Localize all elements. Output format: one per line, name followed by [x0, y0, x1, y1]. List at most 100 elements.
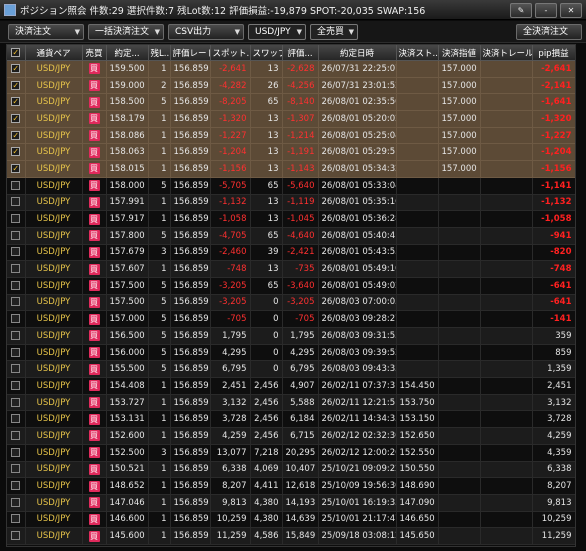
- column-header[interactable]: 評価...: [282, 45, 319, 61]
- cell-pair: USD/JPY: [25, 210, 83, 228]
- table-row[interactable]: USD/JPY 買 146.600 1 156.859 10,259 4,380 14,639…: [7, 511, 575, 529]
- column-header[interactable]: 通貨ペア: [25, 45, 83, 61]
- cell-trail: [480, 427, 533, 445]
- table-row[interactable]: ✓ USD/JPY 買 159.500 1 156.859 -2,641 13 -2,628 26…: [7, 60, 575, 78]
- row-checkbox[interactable]: [7, 360, 26, 379]
- row-checkbox[interactable]: ✓: [7, 160, 26, 178]
- row-checkbox[interactable]: [7, 194, 26, 212]
- table-row[interactable]: USD/JPY 買 152.500 3 156.859 13,077 7,218 20,295…: [7, 444, 575, 462]
- row-checkbox[interactable]: ✓: [7, 93, 26, 112]
- table-row[interactable]: USD/JPY 買 157.679 3 156.859 -2,460 39 -2,421 26/…: [7, 244, 575, 262]
- select-all-checkbox[interactable]: ✓: [7, 45, 26, 61]
- csv-export-button[interactable]: CSV出力 ▼: [168, 24, 244, 40]
- side-filter-select[interactable]: 全売買 ▼: [310, 24, 358, 40]
- cell-swap: 13: [250, 160, 283, 178]
- cell-lot: 1: [148, 477, 171, 495]
- row-checkbox[interactable]: [7, 377, 26, 395]
- row-checkbox[interactable]: [7, 327, 26, 345]
- title-bar: ポジション照会 件数:29 選択件数:7 残Lot数:12 評価損益:-19,8…: [0, 0, 586, 20]
- table-row[interactable]: USD/JPY 買 157.800 5 156.859 -4,705 65 -4,640 26/…: [7, 227, 575, 245]
- table-row[interactable]: USD/JPY 買 157.991 1 156.859 -1,132 13 -1,119 26/…: [7, 194, 575, 212]
- bulk-settle-button[interactable]: 一括決済注文 ▼: [88, 24, 164, 40]
- column-header[interactable]: スポット...: [210, 45, 251, 61]
- row-checkbox[interactable]: [7, 177, 26, 195]
- row-checkbox[interactable]: ✓: [7, 127, 26, 145]
- cell-eval: 20,295: [282, 444, 319, 462]
- cell-rate: 156.859: [170, 143, 211, 162]
- table-row[interactable]: ✓ USD/JPY 買 158.015 1 156.859 -1,156 13 -1,143 26…: [7, 160, 575, 178]
- cell-pair: USD/JPY: [25, 377, 83, 395]
- row-checkbox[interactable]: [7, 310, 26, 328]
- row-checkbox[interactable]: [7, 477, 26, 495]
- row-checkbox[interactable]: ✓: [7, 110, 26, 128]
- table-row[interactable]: USD/JPY 買 157.917 1 156.859 -1,058 13 -1,045 26/…: [7, 210, 575, 228]
- cell-price: 154.408: [106, 377, 149, 395]
- row-checkbox[interactable]: [7, 511, 26, 529]
- column-header[interactable]: 約定...: [106, 45, 149, 61]
- table-row[interactable]: USD/JPY 買 157.500 5 156.859 -3,205 0 -3,205 26/0…: [7, 294, 575, 312]
- table-row[interactable]: USD/JPY 買 157.500 5 156.859 -3,205 65 -3,640 26/…: [7, 277, 575, 295]
- table-row[interactable]: ✓ USD/JPY 買 158.063 1 156.859 -1,204 13 -1,191 26…: [7, 143, 575, 162]
- table-row[interactable]: USD/JPY 買 148.652 1 156.859 8,207 4,411 12,618 2…: [7, 477, 575, 495]
- row-checkbox[interactable]: [7, 294, 26, 312]
- settle-order-button[interactable]: 決済注文 ▼: [8, 24, 84, 40]
- row-checkbox[interactable]: [7, 394, 26, 412]
- table-row[interactable]: USD/JPY 買 157.607 1 156.859 -748 13 -735 26/08/0…: [7, 260, 575, 278]
- all-settle-button[interactable]: 全決済注文: [516, 24, 582, 40]
- row-checkbox[interactable]: [7, 277, 26, 295]
- table-row[interactable]: USD/JPY 買 154.408 1 156.859 2,451 2,456 4,907 26…: [7, 377, 575, 395]
- row-checkbox[interactable]: ✓: [7, 77, 26, 95]
- column-header[interactable]: 決済指値: [438, 45, 481, 61]
- cell-pip: 4,359: [532, 444, 575, 462]
- column-header[interactable]: 売買: [82, 45, 107, 61]
- table-row[interactable]: USD/JPY 買 150.521 1 156.859 6,338 4,069 10,407 2…: [7, 461, 575, 479]
- table-row[interactable]: USD/JPY 買 153.131 1 156.859 3,728 2,456 6,184 26…: [7, 410, 575, 429]
- table-row[interactable]: ✓ USD/JPY 買 158.179 1 156.859 -1,320 13 -1,307 26…: [7, 110, 575, 128]
- table-row[interactable]: USD/JPY 買 158.000 5 156.859 -5,705 65 -5,640 26/…: [7, 177, 575, 195]
- row-checkbox[interactable]: ✓: [7, 60, 26, 78]
- row-checkbox[interactable]: [7, 260, 26, 278]
- table-row[interactable]: ✓ USD/JPY 買 158.086 1 156.859 -1,227 13 -1,214 26…: [7, 127, 575, 145]
- table-row[interactable]: USD/JPY 買 156.000 5 156.859 4,295 0 4,295 26/08/…: [7, 344, 575, 362]
- cell-price: 152.500: [106, 444, 149, 462]
- row-checkbox[interactable]: [7, 427, 26, 445]
- row-checkbox[interactable]: ✓: [7, 143, 26, 162]
- table-row[interactable]: USD/JPY 買 153.727 1 156.859 3,132 2,456 5,588 26…: [7, 394, 575, 412]
- table-row[interactable]: ✓ USD/JPY 買 158.500 5 156.859 -8,205 65 -8,140 26…: [7, 93, 575, 112]
- row-checkbox[interactable]: [7, 527, 26, 545]
- row-checkbox[interactable]: [7, 410, 26, 429]
- table-row[interactable]: USD/JPY 買 145.600 1 156.859 11,259 4,586 15,849…: [7, 527, 575, 545]
- column-header[interactable]: 決済スト...: [396, 45, 439, 61]
- table-row[interactable]: USD/JPY 買 157.000 5 156.859 -705 0 -705 26/08/03…: [7, 310, 575, 328]
- row-checkbox[interactable]: [7, 494, 26, 512]
- close-button[interactable]: ✕: [560, 3, 582, 18]
- table-row[interactable]: ✓ USD/JPY 買 159.000 2 156.859 -4,282 26 -4,256 26…: [7, 77, 575, 95]
- row-checkbox[interactable]: [7, 444, 26, 462]
- table-row[interactable]: USD/JPY 買 147.046 1 156.859 9,813 4,380 14,193 2…: [7, 494, 575, 512]
- row-checkbox[interactable]: [7, 244, 26, 262]
- row-checkbox[interactable]: [7, 227, 26, 245]
- column-header[interactable]: pip損益: [532, 45, 575, 61]
- minimize-button[interactable]: -: [535, 3, 557, 18]
- cell-price: 158.000: [106, 177, 149, 195]
- buy-badge: 買: [88, 296, 100, 308]
- row-checkbox[interactable]: [7, 210, 26, 228]
- column-header[interactable]: 約定日時: [318, 45, 397, 61]
- column-header[interactable]: スワップ: [250, 45, 283, 61]
- cell-date: 26/08/03 09:31:53: [318, 327, 397, 345]
- row-checkbox[interactable]: [7, 344, 26, 362]
- table-row[interactable]: USD/JPY 買 155.500 5 156.859 6,795 0 6,795 26/08/…: [7, 360, 575, 379]
- cell-limit: [438, 294, 481, 312]
- cell-price: 150.521: [106, 461, 149, 479]
- cell-lot: 5: [148, 227, 171, 245]
- column-header[interactable]: 評価レート: [170, 45, 211, 61]
- edit-icon[interactable]: ✎: [510, 3, 532, 18]
- table-row[interactable]: USD/JPY 買 156.500 5 156.859 1,795 0 1,795 26/08/…: [7, 327, 575, 345]
- cell-trail: [480, 511, 533, 529]
- column-header[interactable]: 決済トレール: [480, 45, 533, 61]
- column-header[interactable]: 残L...: [148, 45, 171, 61]
- pair-filter-select[interactable]: USD/JPY ▼: [248, 24, 306, 40]
- row-checkbox[interactable]: [7, 461, 26, 479]
- side-filter-value: 全売買: [317, 27, 345, 37]
- table-row[interactable]: USD/JPY 買 152.600 1 156.859 4,259 2,456 6,715 26…: [7, 427, 575, 445]
